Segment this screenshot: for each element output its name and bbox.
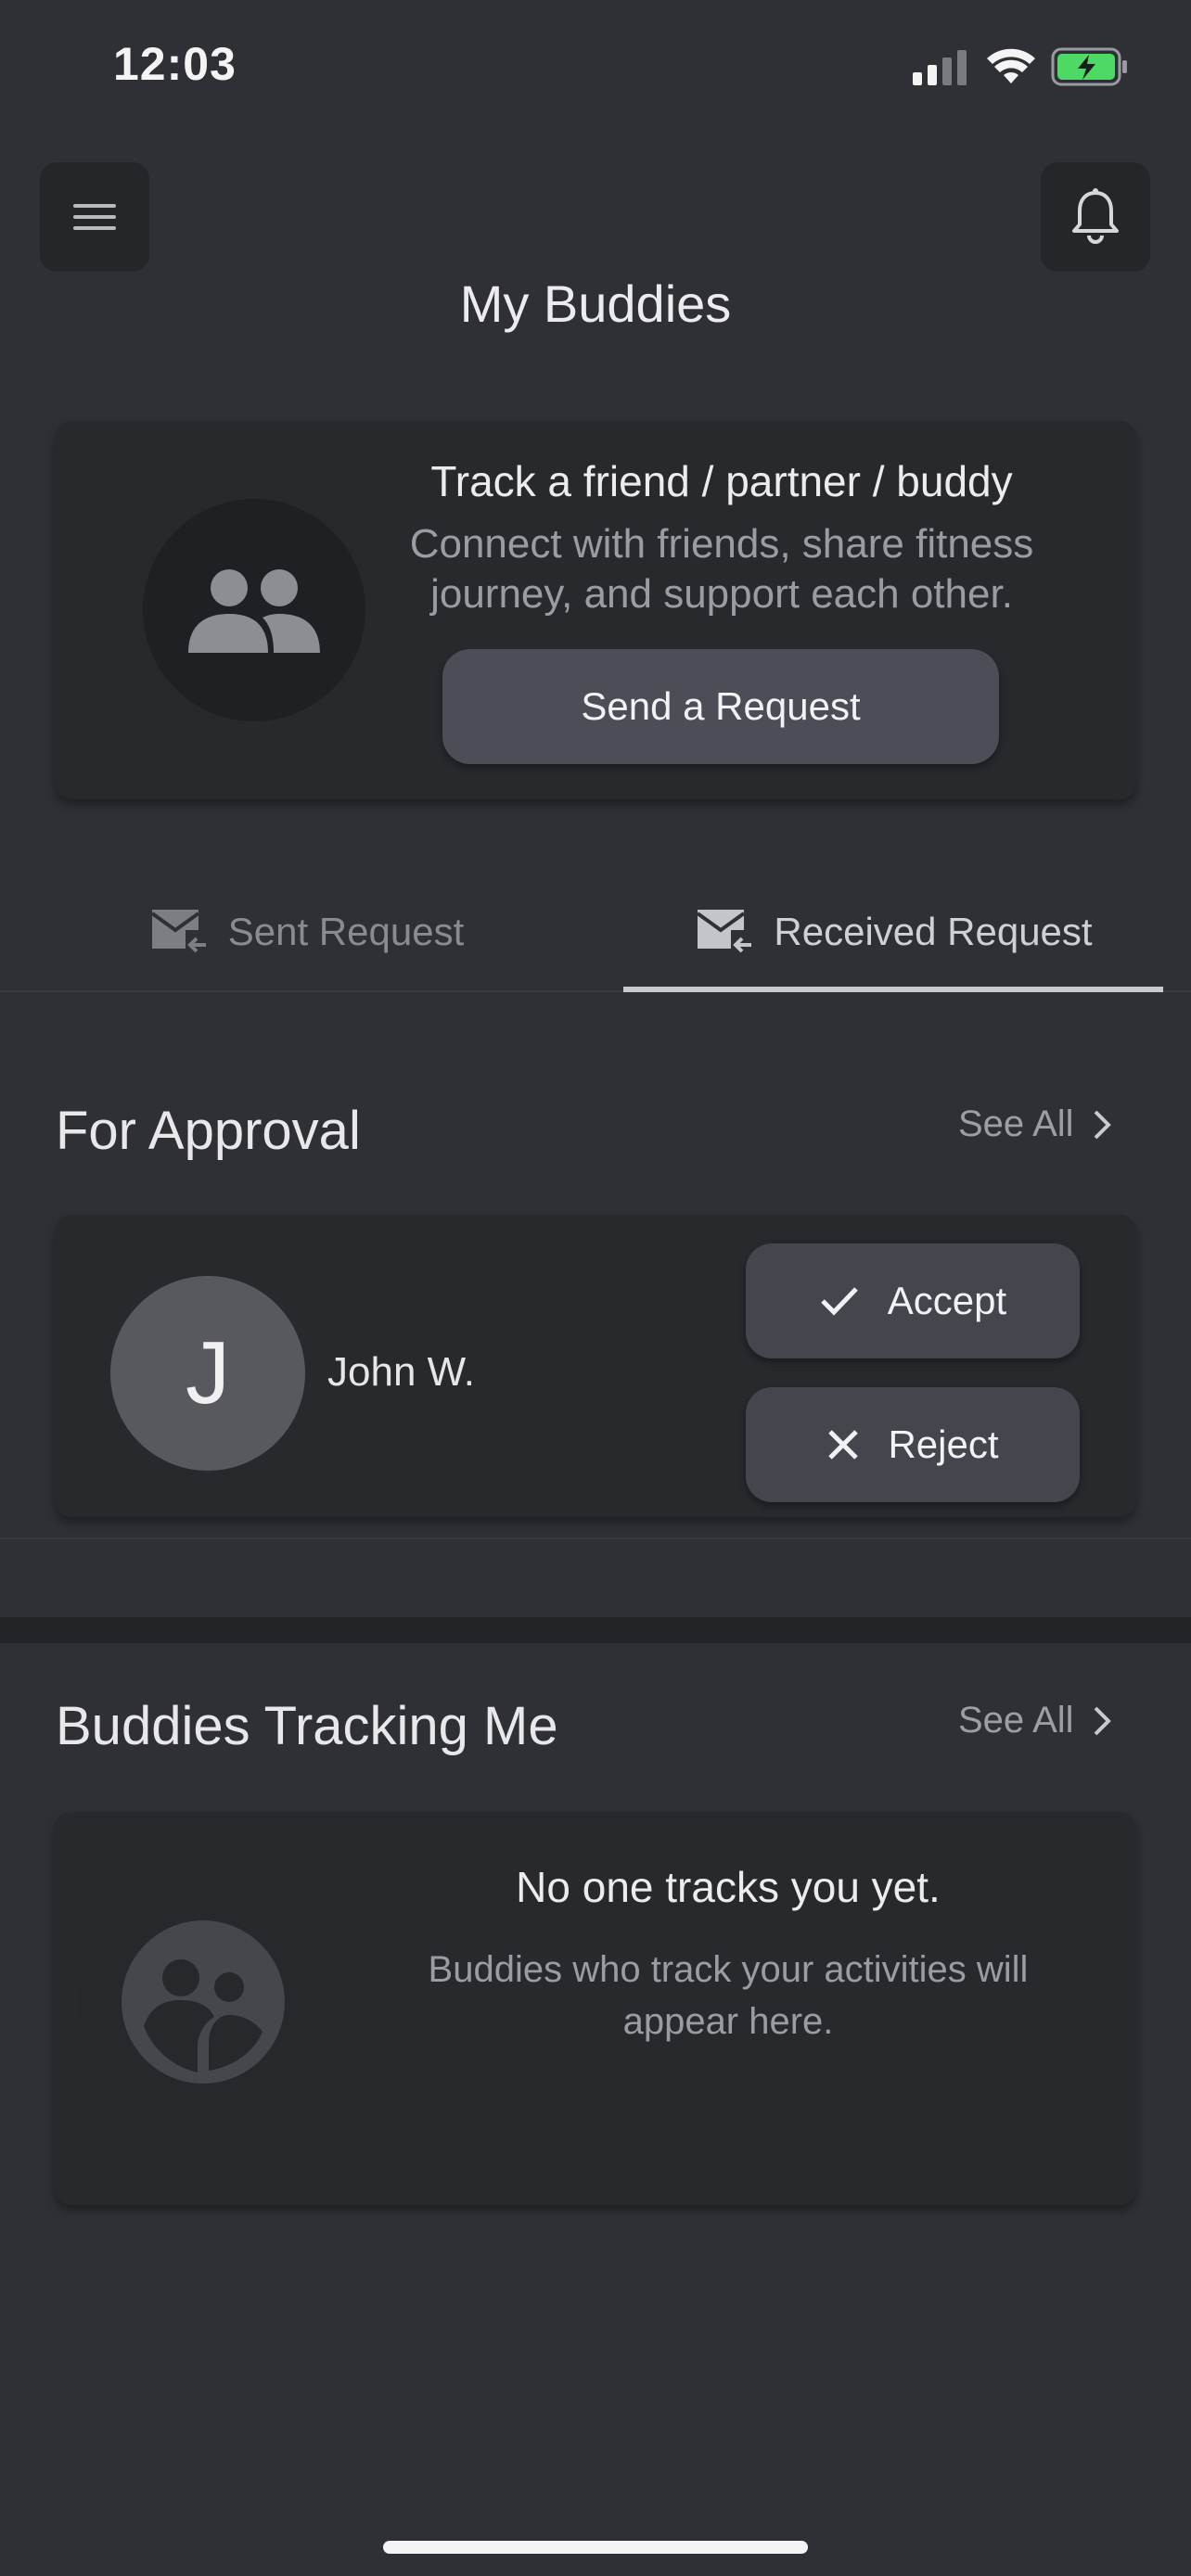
- reject-button[interactable]: Reject: [746, 1387, 1080, 1502]
- see-all-label: See All: [958, 1700, 1074, 1741]
- empty-state-line: appear here.: [622, 2001, 834, 2042]
- empty-state-title: No one tracks you yet.: [516, 1863, 941, 1911]
- divider: [0, 1537, 1191, 1539]
- people-icon: [188, 569, 320, 653]
- approval-see-all-link[interactable]: See All: [958, 1103, 1113, 1145]
- tab-sent-request[interactable]: Sent Request: [56, 890, 557, 974]
- wifi-icon: [987, 48, 1035, 83]
- mail-icon: [697, 910, 752, 953]
- tab-label: Sent Request: [227, 910, 465, 953]
- section-divider: [0, 1617, 1191, 1643]
- empty-state-avatar: [78, 1877, 328, 2127]
- tracking-title: Buddies Tracking Me: [56, 1696, 558, 1756]
- notifications-button[interactable]: [1041, 162, 1150, 272]
- send-request-button[interactable]: Send a Request: [442, 649, 999, 764]
- see-all-label: See All: [958, 1103, 1074, 1144]
- accept-button[interactable]: Accept: [746, 1243, 1080, 1358]
- check-icon: [821, 1287, 858, 1316]
- tracking-see-all-link[interactable]: See All: [958, 1700, 1113, 1741]
- bell-icon: [1072, 188, 1119, 244]
- status-time: 12:03: [113, 38, 237, 90]
- avatar: J: [110, 1276, 305, 1471]
- group-icon: [122, 1920, 285, 2084]
- requester-name: John W.: [327, 1349, 475, 1395]
- page-title: My Buddies: [459, 274, 732, 333]
- tab-active-indicator: [623, 987, 1163, 992]
- menu-icon: [73, 204, 116, 230]
- battery-icon: [1051, 47, 1127, 86]
- intro-description-line: journey, and support each other.: [430, 571, 1013, 617]
- empty-state-line: Buddies who track your activities will: [428, 1949, 1029, 1990]
- for-approval-title: For Approval: [56, 1101, 361, 1161]
- mail-icon: [150, 910, 206, 953]
- intro-description: Connect with friends, share fitness jour…: [371, 519, 1072, 619]
- chevron-right-icon: [1094, 1110, 1111, 1139]
- status-icons: [913, 47, 1127, 86]
- tab-label: Received Request: [774, 910, 1093, 953]
- empty-state-description: Buddies who track your activities will a…: [390, 1944, 1067, 2047]
- tab-received-request[interactable]: Received Request: [623, 890, 1163, 974]
- home-indicator[interactable]: [383, 2541, 808, 2554]
- accept-label: Accept: [887, 1279, 1007, 1322]
- chevron-right-icon: [1094, 1706, 1111, 1735]
- signal-icon: [913, 50, 967, 85]
- reject-label: Reject: [888, 1422, 999, 1466]
- intro-description-line: Connect with friends, share fitness: [409, 521, 1034, 567]
- menu-button[interactable]: [40, 162, 149, 272]
- intro-title: Track a friend / partner / buddy: [430, 457, 1013, 505]
- intro-avatar: [143, 499, 365, 721]
- close-icon: [828, 1430, 859, 1460]
